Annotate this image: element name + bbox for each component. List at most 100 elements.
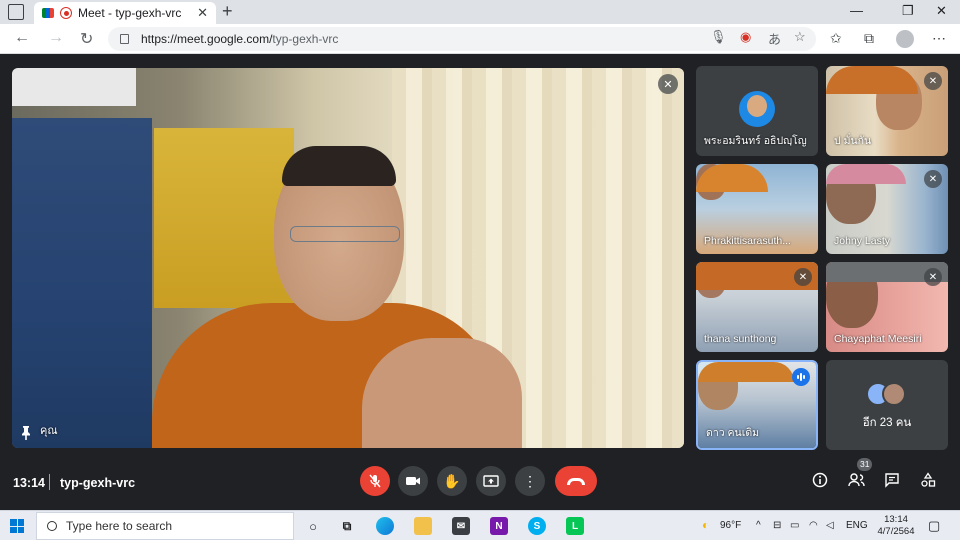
present-screen-button[interactable] bbox=[476, 466, 506, 496]
notifications-icon[interactable]: ▢ bbox=[928, 518, 940, 534]
url-path: typ-gexh-vrc bbox=[272, 32, 339, 46]
participant-tile[interactable]: ✕ ป มั่นกัน bbox=[826, 66, 948, 156]
meeting-code: typ-gexh-vrc bbox=[60, 476, 136, 490]
more-participants-label: อีก 23 คน bbox=[862, 417, 912, 429]
participant-name: ดาว คนเดิม bbox=[706, 427, 760, 439]
participant-count-badge: 31 bbox=[857, 458, 873, 471]
activities-icon bbox=[921, 472, 936, 487]
tray-time: 13:14 bbox=[884, 514, 908, 525]
pin-icon[interactable] bbox=[20, 426, 32, 440]
divider bbox=[49, 474, 50, 490]
mail-icon[interactable]: ✉ bbox=[452, 517, 470, 535]
tab-actions-icon[interactable] bbox=[8, 4, 24, 20]
participant-shirt bbox=[826, 164, 906, 184]
recording-icon bbox=[60, 7, 72, 19]
shoulder bbox=[362, 338, 522, 448]
avatar bbox=[882, 382, 906, 406]
people-icon bbox=[847, 473, 865, 487]
lock-icon bbox=[120, 34, 129, 44]
mic-off-icon: ✕ bbox=[794, 268, 812, 286]
input-language[interactable]: ENG bbox=[846, 520, 868, 531]
task-view-icon[interactable]: ⧉ bbox=[338, 517, 356, 535]
main-video-name: คุณ bbox=[40, 425, 58, 437]
glasses bbox=[290, 226, 400, 242]
toggle-camera-button[interactable] bbox=[398, 466, 428, 496]
participant-tile[interactable]: ดาว คนเดิม bbox=[696, 360, 818, 450]
new-tab-button[interactable]: + bbox=[222, 1, 233, 22]
favorite-star-icon[interactable]: ☆ bbox=[794, 29, 806, 45]
search-placeholder: Type here to search bbox=[66, 519, 173, 533]
more-participants-avatars bbox=[866, 382, 910, 406]
search-icon bbox=[47, 521, 57, 531]
volume-icon[interactable]: ◁ bbox=[826, 520, 834, 531]
raise-hand-button[interactable]: ✋ bbox=[437, 466, 467, 496]
tray-date: 4/7/2564 bbox=[877, 526, 915, 537]
hand-icon: ✋ bbox=[443, 472, 461, 489]
cortana-icon[interactable]: ○ bbox=[304, 517, 322, 535]
windows-start-icon[interactable] bbox=[10, 519, 24, 533]
close-tab-icon[interactable]: ✕ bbox=[197, 5, 208, 21]
participant-name: thana sunthong bbox=[704, 333, 777, 345]
more-participants-tile[interactable]: อีก 23 คน bbox=[826, 360, 948, 450]
weather-temp[interactable]: 96°F bbox=[720, 520, 741, 531]
participants-button[interactable] bbox=[846, 470, 866, 490]
forward-icon[interactable]: → bbox=[48, 29, 64, 47]
more-menu-icon[interactable]: ⋯ bbox=[932, 30, 946, 47]
collections-icon[interactable]: ⧉ bbox=[864, 30, 874, 47]
skype-icon[interactable]: S bbox=[528, 517, 546, 535]
participant-name: ป มั่นกัน bbox=[834, 135, 872, 147]
leave-call-button[interactable] bbox=[555, 466, 597, 496]
mic-off-icon: ✕ bbox=[924, 72, 942, 90]
main-video[interactable]: ✕ คุณ bbox=[12, 68, 684, 448]
meeting-controls: 13:14 typ-gexh-vrc ✋ ⋮ 31 bbox=[0, 456, 960, 511]
file-explorer-icon[interactable] bbox=[414, 517, 432, 535]
activities-button[interactable] bbox=[918, 470, 938, 490]
info-icon bbox=[812, 472, 828, 488]
reload-icon[interactable]: ↻ bbox=[80, 29, 93, 49]
bookshelf-left bbox=[12, 118, 152, 448]
onenote-icon[interactable]: N bbox=[490, 517, 508, 535]
participant-tile[interactable]: ✕ Johny Lasty bbox=[826, 164, 948, 254]
wifi-icon[interactable]: ◠ bbox=[809, 520, 818, 531]
favorites-icon[interactable]: ✩ bbox=[830, 30, 842, 47]
microphone-icon[interactable]: 🎙 bbox=[710, 29, 727, 45]
profile-avatar[interactable] bbox=[896, 30, 914, 48]
chat-icon bbox=[885, 473, 899, 488]
meeting-details-button[interactable] bbox=[810, 470, 830, 490]
participant-tile[interactable]: Phrakittisarasuth... bbox=[696, 164, 818, 254]
chat-button[interactable] bbox=[882, 470, 902, 490]
participant-tile[interactable]: ✕ thana sunthong bbox=[696, 262, 818, 352]
more-options-button[interactable]: ⋮ bbox=[515, 466, 545, 496]
mic-off-icon: ✕ bbox=[924, 268, 942, 286]
participant-name: พระอมรินทร์ อธิปญฺโญ bbox=[704, 135, 807, 147]
battery-icon[interactable]: ▭ bbox=[790, 520, 799, 531]
participant-name: Phrakittisarasuth... bbox=[704, 235, 791, 247]
url-host: https://meet.google.com/ bbox=[141, 32, 273, 46]
meeting-time: 13:14 bbox=[13, 476, 45, 490]
meet-stage: ✕ คุณ พระอมรินทร์ อธิปญฺโญ ✕ ป มั่นกัน P… bbox=[0, 54, 960, 510]
close-window-icon[interactable]: ✕ bbox=[936, 3, 947, 19]
weather-icon[interactable]: ◐ bbox=[702, 518, 709, 532]
air-conditioner bbox=[12, 68, 136, 106]
participant-avatar bbox=[739, 91, 775, 127]
line-icon[interactable]: L bbox=[566, 517, 584, 535]
restore-icon[interactable]: ❐ bbox=[902, 3, 914, 19]
taskbar: Type here to search ○ ⧉ ✉ N S L ◐ 96°F ^… bbox=[0, 510, 960, 540]
present-icon bbox=[483, 475, 499, 487]
minimize-icon[interactable]: — bbox=[850, 3, 863, 18]
tray-clock[interactable]: 13:14 4/7/2564 bbox=[873, 514, 919, 538]
tray-expand-icon[interactable]: ^ bbox=[756, 520, 761, 531]
participant-tile[interactable]: ✕ Chayaphat Meesiri bbox=[826, 262, 948, 352]
tab-title: Meet - typ-gexh-vrc bbox=[78, 6, 182, 20]
back-icon[interactable]: ← bbox=[14, 29, 30, 47]
toggle-mic-button[interactable] bbox=[360, 466, 390, 496]
edge-icon[interactable] bbox=[376, 517, 394, 535]
network-icon[interactable]: ⊟ bbox=[773, 520, 781, 531]
address-bar: ← → ↻ https://meet.google.com/typ-gexh-v… bbox=[0, 24, 960, 54]
browser-tab[interactable]: Meet - typ-gexh-vrc ✕ bbox=[34, 2, 216, 24]
taskbar-search-input[interactable]: Type here to search bbox=[36, 512, 294, 540]
camera-blocked-icon[interactable]: ◉ bbox=[740, 29, 751, 45]
participant-tile[interactable]: พระอมรินทร์ อธิปญฺโญ bbox=[696, 66, 818, 156]
translate-icon[interactable]: あ bbox=[768, 29, 781, 48]
speaking-indicator-icon bbox=[792, 368, 810, 386]
